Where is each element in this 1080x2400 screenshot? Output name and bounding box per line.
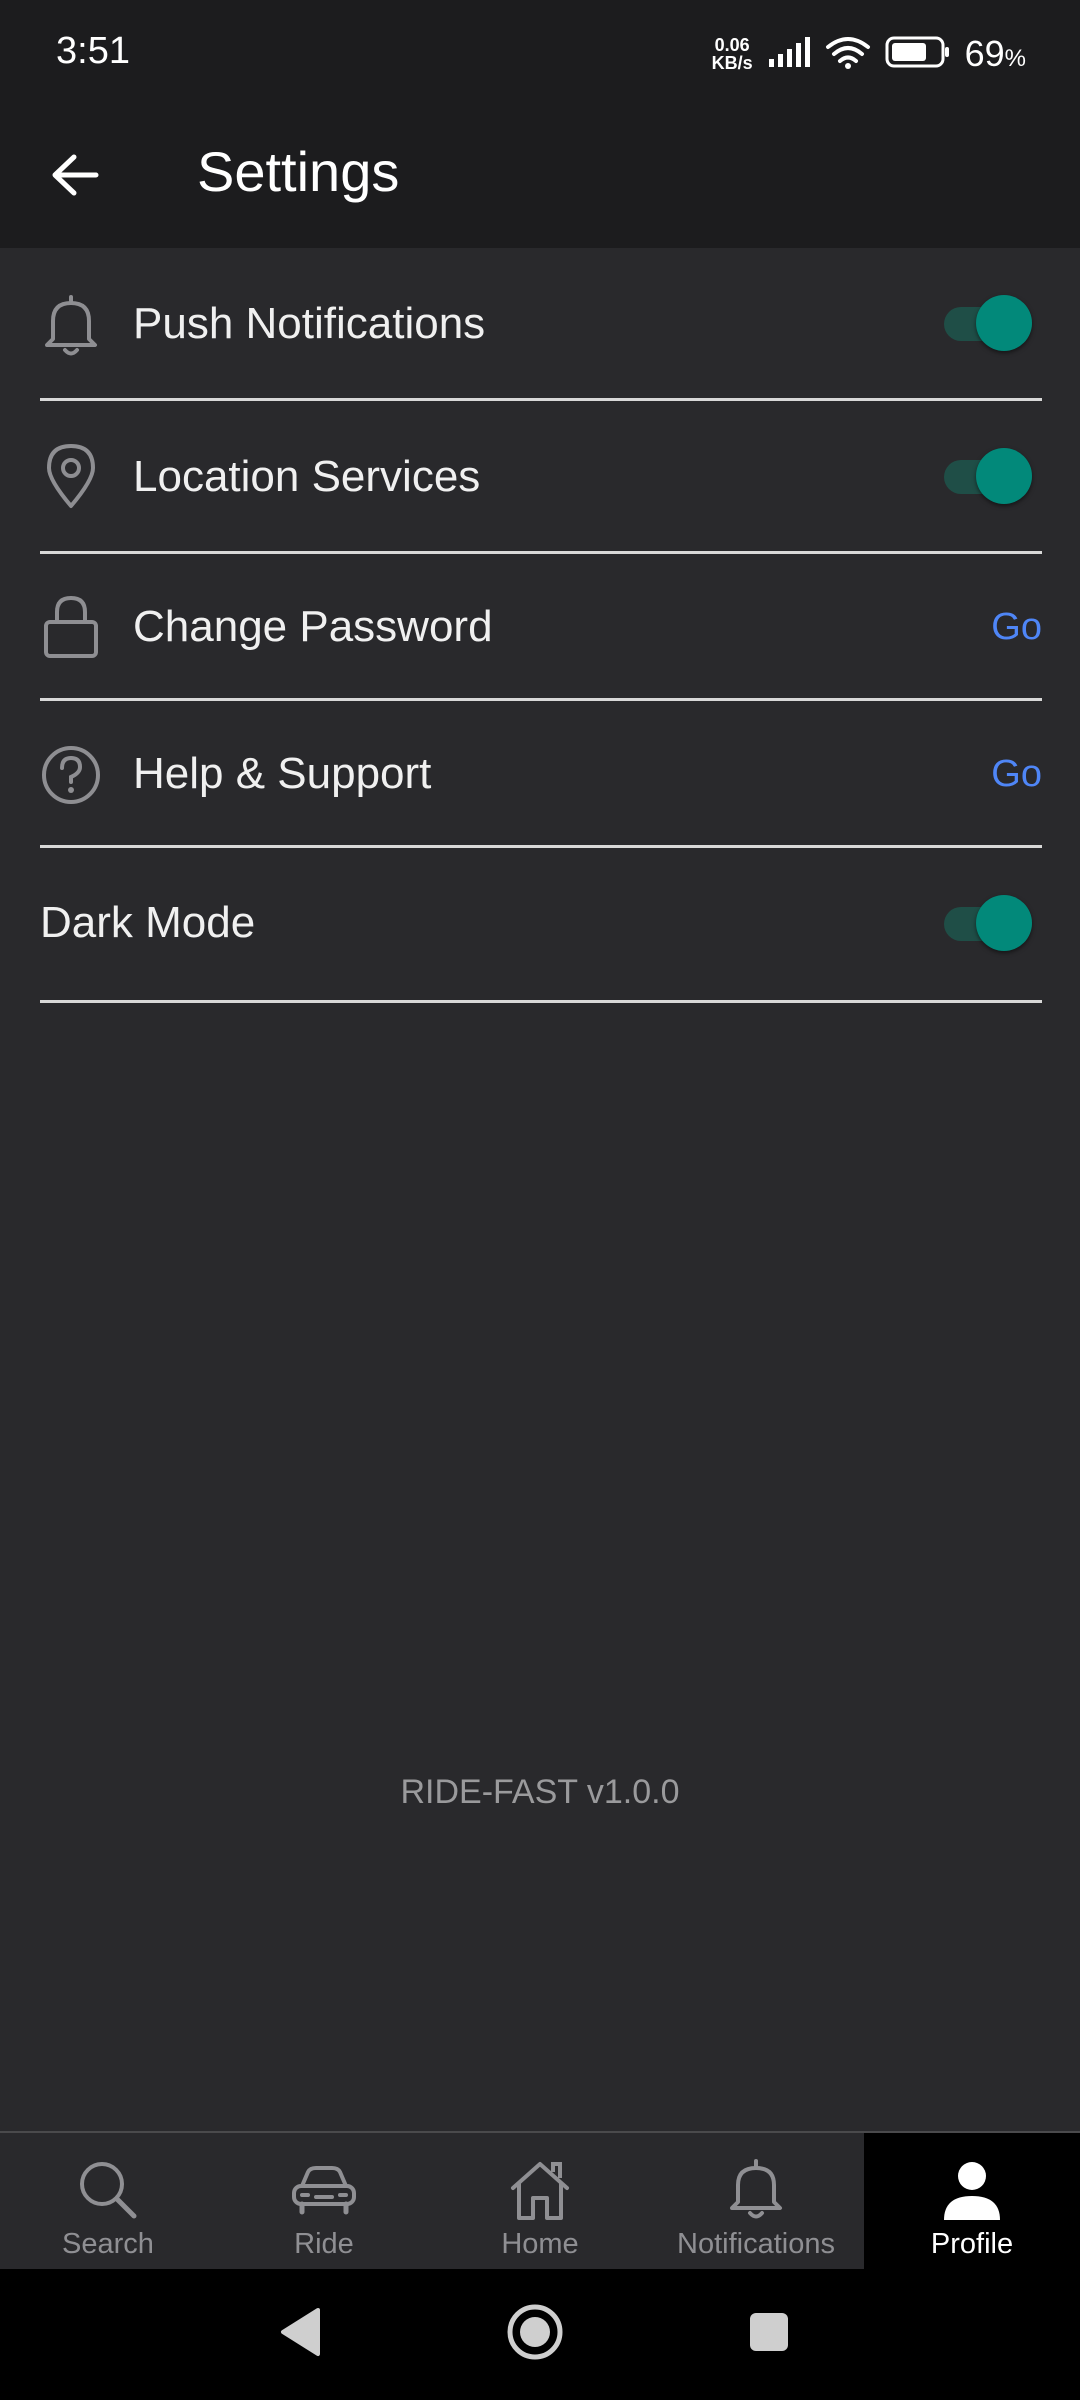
back-button[interactable]	[40, 142, 110, 212]
battery-percent-value: 69	[964, 33, 1005, 74]
nav-label: Search	[62, 2228, 154, 2260]
network-speed-unit: KB/s	[711, 53, 753, 73]
signal-icon	[767, 36, 811, 72]
setting-label: Location Services	[133, 452, 481, 501]
toggle-thumb	[976, 295, 1032, 351]
car-icon	[289, 2155, 359, 2225]
location-services-toggle[interactable]	[944, 448, 1032, 504]
change-password-go-link[interactable]: Go	[991, 606, 1042, 649]
nav-item-notifications[interactable]: Notifications	[648, 2133, 864, 2271]
help-support-go-link[interactable]: Go	[991, 753, 1042, 796]
person-icon	[937, 2155, 1007, 2225]
setting-label: Push Notifications	[133, 299, 486, 348]
triangle-back-icon	[278, 2307, 322, 2362]
app-bar: Settings	[0, 105, 1080, 248]
dark-mode-toggle[interactable]	[944, 895, 1032, 951]
nav-label: Profile	[930, 2228, 1014, 2260]
nav-item-home[interactable]: Home	[432, 2133, 648, 2271]
status-icons: 0.06 KB/s 69%	[712, 30, 1026, 78]
bell-icon	[40, 291, 102, 361]
setting-dark-mode[interactable]: Dark Mode	[40, 848, 1042, 1003]
setting-help-support[interactable]: Help & Support Go	[40, 701, 1042, 848]
system-home-button[interactable]	[500, 2299, 570, 2369]
bottom-nav: Search Ride Home Notifications Profile	[0, 2131, 1080, 2271]
setting-label: Help & Support	[133, 749, 432, 798]
status-time: 3:51	[56, 30, 130, 72]
square-recents-icon	[747, 2310, 791, 2359]
nav-label: Notifications	[677, 2228, 835, 2260]
network-speed-value: 0.06	[714, 35, 750, 55]
location-pin-icon	[40, 441, 102, 511]
setting-push-notifications[interactable]: Push Notifications	[40, 248, 1042, 401]
status-bar: 3:51 0.06 KB/s 69%	[0, 0, 1080, 105]
battery-icon	[885, 36, 951, 73]
bell-icon	[721, 2155, 791, 2225]
system-recents-button[interactable]	[734, 2299, 804, 2369]
battery-percent-unit: %	[1004, 45, 1026, 72]
home-icon	[505, 2155, 575, 2225]
nav-label: Home	[501, 2228, 579, 2260]
push-notifications-toggle[interactable]	[944, 295, 1032, 351]
setting-change-password[interactable]: Change Password Go	[40, 554, 1042, 701]
search-icon	[73, 2155, 143, 2225]
nav-item-ride[interactable]: Ride	[216, 2133, 432, 2271]
nav-item-search[interactable]: Search	[0, 2133, 216, 2271]
setting-location-services[interactable]: Location Services	[40, 401, 1042, 554]
network-speed: 0.06 KB/s	[712, 36, 753, 72]
app-version: RIDE-FAST v1.0.0	[400, 1773, 680, 1811]
wifi-icon	[825, 35, 871, 74]
system-back-button[interactable]	[265, 2299, 335, 2369]
arrow-left-icon	[50, 153, 100, 202]
nav-item-profile[interactable]: Profile	[864, 2133, 1080, 2271]
toggle-thumb	[976, 448, 1032, 504]
lock-icon	[40, 592, 102, 662]
nav-label: Ride	[294, 2228, 354, 2260]
toggle-thumb	[976, 895, 1032, 951]
system-nav-bar	[0, 2269, 1080, 2400]
battery-percent: 69%	[965, 33, 1026, 75]
setting-label: Dark Mode	[40, 898, 256, 947]
help-circle-icon	[40, 740, 102, 810]
circle-home-icon	[505, 2302, 565, 2367]
page-title: Settings	[197, 140, 400, 203]
setting-label: Change Password	[133, 602, 493, 651]
